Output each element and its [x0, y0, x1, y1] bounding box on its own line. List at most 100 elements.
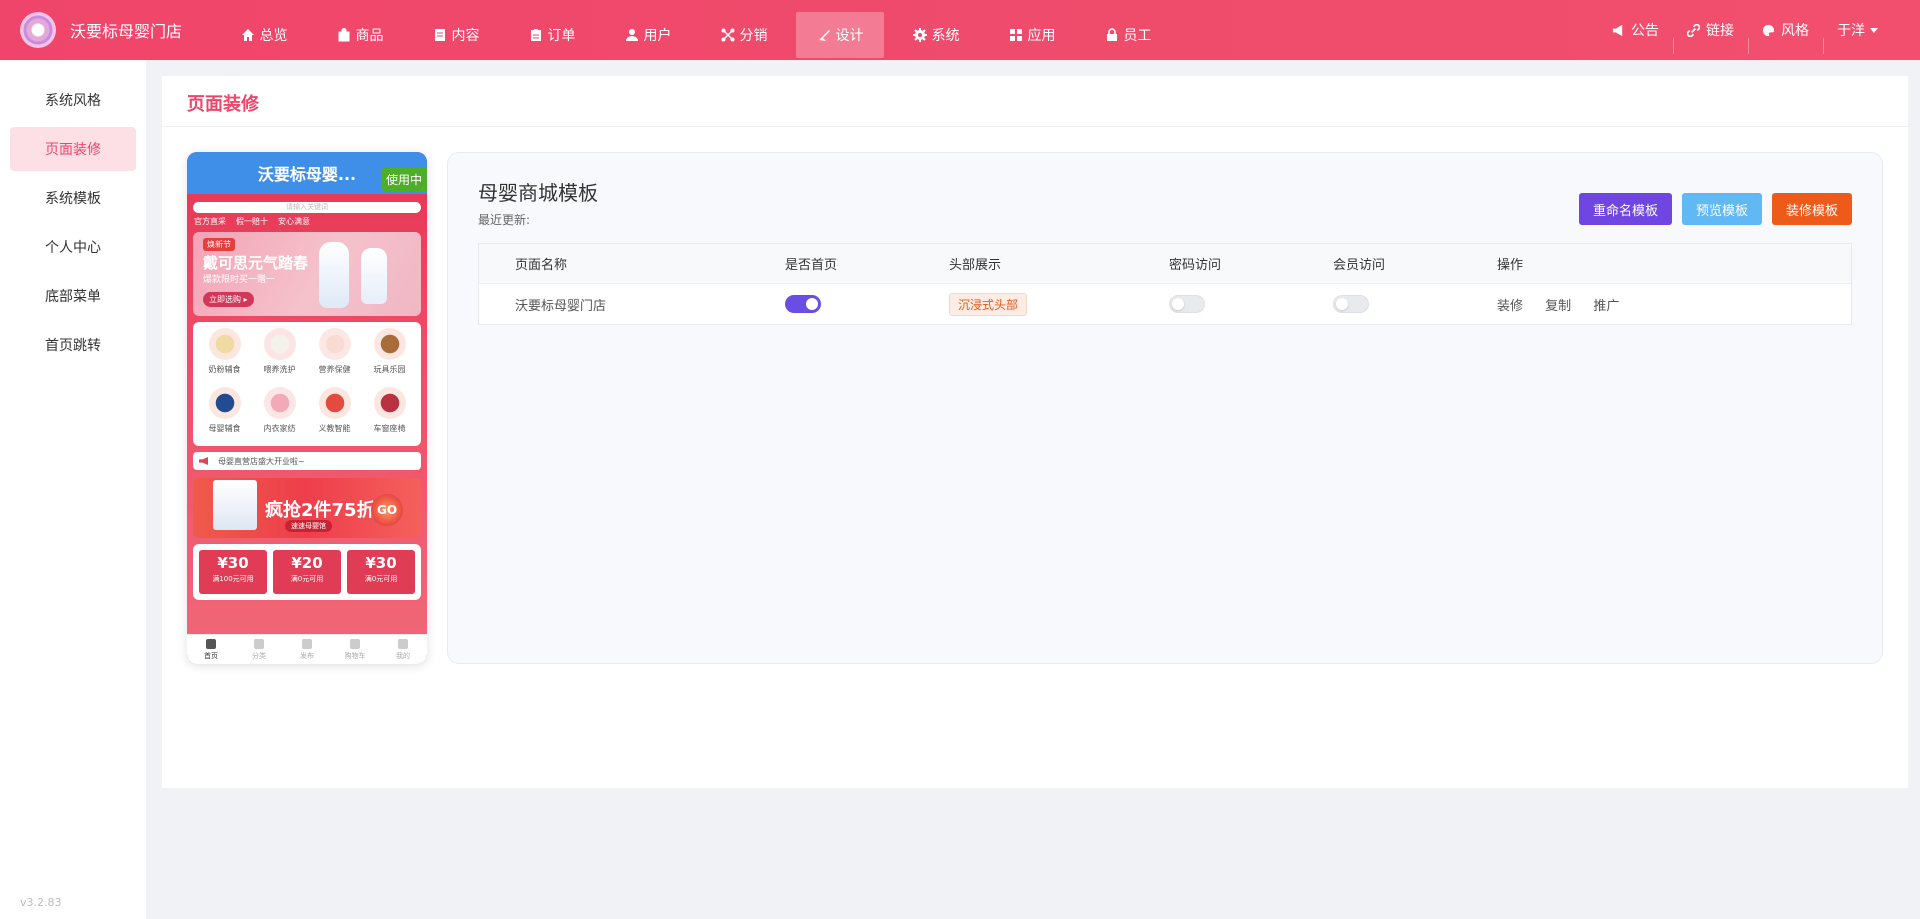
- nav-orders[interactable]: 订单: [508, 12, 596, 58]
- category-label: 喂养洗护: [263, 365, 296, 374]
- phone-preview[interactable]: 沃要标母婴... 使用中 请输入关键词 官方直采 假一赔十 安心满意 焕新节 戴…: [187, 152, 427, 664]
- category-item: 奶粉辅食: [197, 328, 252, 387]
- last-updated-label: 最近更新:: [478, 213, 531, 227]
- nav-apps[interactable]: 应用: [988, 12, 1076, 58]
- sidebar-item-bottom-menu[interactable]: 底部菜单: [10, 274, 136, 318]
- password-access-switch[interactable]: [1169, 295, 1205, 313]
- copy-link[interactable]: 复制: [1545, 299, 1571, 314]
- sidebar-item-home-redirect[interactable]: 首页跳转: [10, 323, 136, 367]
- brush-icon: [818, 30, 830, 41]
- sidebar-item-personal-center[interactable]: 个人中心: [10, 225, 136, 269]
- category-image: [208, 387, 241, 419]
- nav-label: 商品: [355, 28, 384, 44]
- plus-icon: [302, 638, 312, 649]
- sidebar-item-system-template[interactable]: 系统模板: [10, 176, 136, 220]
- coupon: ¥30 满0元可用: [347, 550, 415, 594]
- header-tools: 公告 链接 风格 于洋: [1598, 0, 1892, 60]
- nav-overview[interactable]: 总览: [220, 12, 308, 58]
- main-nav: 总览 商品 内容 订单 用户 分销 设计 系统 应用 员工: [220, 0, 1180, 60]
- nav-distribution[interactable]: 分销: [700, 12, 788, 58]
- column-header: 页面名称: [515, 258, 568, 273]
- password-access-cell: [1169, 295, 1333, 313]
- nav-goods[interactable]: 商品: [316, 12, 404, 58]
- phone-tabbar: 首页 分类 发布 购物车 我的: [187, 634, 427, 664]
- product-bottle-image: [361, 248, 387, 304]
- phone-body: 请输入关键词 官方直采 假一赔十 安心满意 焕新节 戴可思元气踏春 爆款限时买一…: [187, 194, 427, 634]
- megaphone-icon: [1612, 24, 1623, 36]
- sidebar-item-page-decoration[interactable]: 页面装修: [10, 127, 136, 171]
- column-header: 密码访问: [1169, 258, 1222, 273]
- link-icon: [1687, 23, 1700, 37]
- main-content: 页面装修 沃要标母婴... 使用中 请输入关键词 官方直采 假一赔十 安心满意 …: [162, 76, 1908, 788]
- category-image: [318, 328, 351, 360]
- category-item: 营养保健: [307, 328, 362, 387]
- user-menu[interactable]: 于洋: [1823, 20, 1892, 54]
- is-home-switch[interactable]: [785, 295, 821, 313]
- phone-tab-mine: 我的: [379, 635, 427, 664]
- phone-search-bar: 请输入关键词: [193, 202, 421, 213]
- rename-template-button[interactable]: 重命名模板: [1578, 193, 1672, 225]
- phone-tag: 安心满意: [278, 217, 310, 226]
- category-label: 奶粉辅食: [208, 365, 241, 374]
- coupon-value: ¥30: [365, 554, 397, 572]
- table-header: 页面名称 是否首页 头部展示 密码访问 会员访问 操作: [479, 244, 1851, 284]
- category-image: [373, 328, 406, 360]
- phone-notice-bar: 母婴直营店盛大开业啦~: [193, 452, 421, 470]
- nav-staff[interactable]: 员工: [1084, 12, 1172, 58]
- nav-content[interactable]: 内容: [412, 12, 500, 58]
- promote-link[interactable]: 推广: [1593, 299, 1619, 314]
- sidebar-item-system-style[interactable]: 系统风格: [10, 78, 136, 122]
- version-label: v3.2.83: [20, 896, 62, 909]
- phone-tags: 官方直采 假一赔十 安心满意: [187, 213, 427, 230]
- sidebar: 系统风格 页面装修 系统模板 个人中心 底部菜单 首页跳转 v3.2.83: [0, 60, 146, 919]
- diaper-pack-image: [213, 480, 257, 530]
- link-button[interactable]: 链接: [1673, 20, 1748, 54]
- brand-logo: [20, 12, 56, 48]
- tab-label: 分类: [252, 651, 266, 660]
- category-image: [208, 328, 241, 360]
- phone-category-grid: 奶粉辅食 喂养洗护 营养保健 玩具乐园 母婴辅食 内衣家纺 义教智能 车窗座椅: [193, 322, 421, 446]
- category-image: [373, 387, 406, 419]
- column-header: 会员访问: [1333, 258, 1386, 273]
- style-button[interactable]: 风格: [1748, 20, 1823, 54]
- category-label: 母婴辅食: [208, 424, 241, 433]
- phone-tab-publish: 发布: [283, 635, 331, 664]
- phone-coupons: ¥30 满100元可用 ¥20 满0元可用 ¥30 满0元可用: [193, 544, 421, 600]
- nav-label: 用户: [643, 28, 672, 44]
- phone-promo-banner: 疯抢2件75折 速速母婴馆 GO: [193, 478, 421, 538]
- chevron-down-icon: [1870, 27, 1878, 33]
- switch-knob: [806, 298, 818, 310]
- style-label: 风格: [1781, 23, 1809, 39]
- nav-system[interactable]: 系统: [892, 12, 980, 58]
- speaker-icon: [199, 457, 208, 465]
- nav-label: 设计: [835, 28, 864, 44]
- brand[interactable]: 沃要标母婴门店: [0, 12, 220, 48]
- user-icon: [625, 29, 638, 41]
- decorate-template-button[interactable]: 装修模板: [1771, 193, 1852, 225]
- palette-icon: [1762, 24, 1775, 36]
- coupon-value: ¥30: [217, 554, 249, 572]
- page-name-cell: 沃要标母婴门店: [515, 298, 607, 314]
- notice-text: 母婴直营店盛大开业啦~: [218, 456, 305, 466]
- banner-subtitle: 爆款限时买一赠一: [203, 275, 276, 285]
- member-access-switch[interactable]: [1333, 295, 1369, 313]
- decorate-link[interactable]: 装修: [1497, 299, 1523, 314]
- gear-icon: [912, 28, 927, 42]
- clipboard-icon: [530, 29, 541, 41]
- preview-template-button[interactable]: 预览模板: [1681, 193, 1762, 225]
- phone-tab-home: 首页: [187, 635, 235, 664]
- page-title: 页面装修: [187, 94, 259, 115]
- coupon-condition: 满0元可用: [290, 575, 324, 583]
- category-label: 玩具乐园: [373, 365, 406, 374]
- category-item: 喂养洗护: [252, 328, 307, 387]
- category-image: [318, 387, 351, 419]
- template-actions: 重命名模板 预览模板 装修模板: [1578, 193, 1852, 225]
- category-item: 义教智能: [307, 387, 362, 446]
- bag-icon: [338, 28, 349, 42]
- nav-label: 应用: [1027, 28, 1056, 44]
- nav-design[interactable]: 设计: [796, 12, 884, 58]
- nav-users[interactable]: 用户: [604, 12, 692, 58]
- category-label: 营养保健: [318, 365, 351, 374]
- category-item: 内衣家纺: [252, 387, 307, 446]
- notice-button[interactable]: 公告: [1598, 20, 1673, 40]
